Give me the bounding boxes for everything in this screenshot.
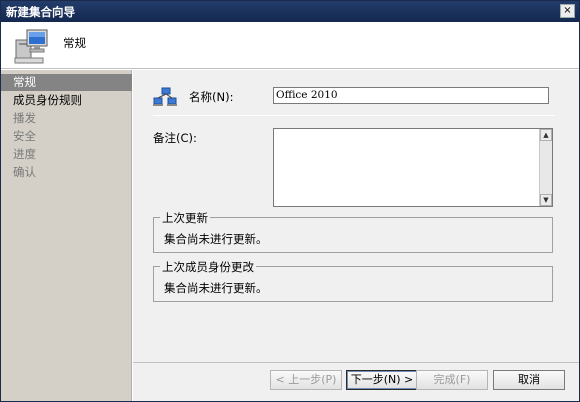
window-title: 新建集合向导 — [6, 5, 75, 19]
nav-item-general[interactable]: 常规 — [1, 74, 132, 91]
finish-button: 完成(F) — [416, 370, 488, 390]
wizard-footer: < 上一步(P) 下一步(N) > 完成(F) 取消 — [133, 362, 579, 401]
name-label: 名称(N): — [189, 90, 234, 104]
collection-icon — [153, 87, 177, 110]
notes-textarea[interactable]: ▲ ▼ — [273, 128, 553, 207]
header-title: 常规 — [63, 36, 86, 50]
computer-icon — [11, 26, 51, 69]
next-button[interactable]: 下一步(N) > — [346, 370, 418, 390]
nav-item-distribution: 播发 — [13, 111, 36, 125]
last-membership-text: 集合尚未进行更新。 — [164, 281, 268, 295]
nav-item-security: 安全 — [13, 129, 36, 143]
wizard-content: 名称(N): Office 2010 备注(C): ▲ ▼ 上次更新 集合尚未进… — [133, 70, 579, 362]
last-update-text: 集合尚未进行更新。 — [164, 232, 268, 246]
title-bar[interactable]: 新建集合向导 × — [1, 1, 579, 22]
close-button[interactable]: × — [560, 4, 575, 18]
nav-item-confirmation: 确认 — [13, 165, 36, 179]
wizard-header: 常规 — [1, 22, 579, 69]
last-membership-group: 上次成员身份更改 集合尚未进行更新。 — [153, 259, 553, 302]
last-update-group: 上次更新 集合尚未进行更新。 — [153, 210, 553, 253]
name-input[interactable]: Office 2010 — [273, 87, 549, 104]
wizard-nav: 常规 成员身份规则 播发 安全 进度 确认 — [1, 70, 132, 401]
last-update-title: 上次更新 — [160, 210, 210, 226]
scroll-down-icon[interactable]: ▼ — [540, 194, 552, 206]
cancel-button[interactable]: 取消 — [493, 370, 565, 390]
scroll-up-icon[interactable]: ▲ — [540, 129, 552, 141]
separator — [153, 115, 555, 116]
wizard-window: 新建集合向导 × 常规 常规 成员身份规则 播发 安全 进度 确认 名称(N):… — [0, 0, 580, 402]
last-membership-title: 上次成员身份更改 — [160, 259, 256, 275]
previous-button: < 上一步(P) — [270, 370, 342, 390]
notes-label: 备注(C): — [153, 131, 197, 145]
nav-item-membership-rules[interactable]: 成员身份规则 — [1, 92, 132, 109]
nav-item-schedule: 进度 — [13, 147, 36, 161]
notes-scrollbar[interactable]: ▲ ▼ — [539, 129, 552, 206]
